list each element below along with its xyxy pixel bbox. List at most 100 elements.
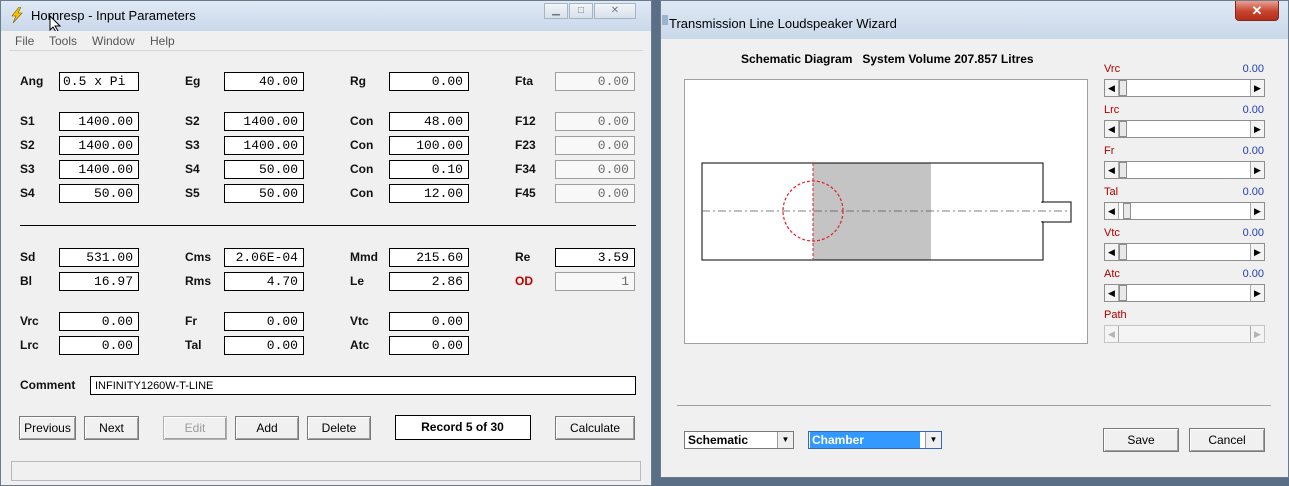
fr-field[interactable]: 0.00 — [224, 312, 304, 331]
label-fta: Fta — [515, 74, 533, 88]
arrow-right-icon[interactable]: ▶ — [1250, 121, 1264, 137]
slider-thumb[interactable] — [1119, 285, 1127, 301]
bl-field[interactable]: 16.97 — [59, 272, 139, 291]
label-f34: F34 — [515, 162, 536, 176]
arrow-right-icon[interactable]: ▶ — [1250, 162, 1264, 178]
arrow-left-icon[interactable]: ◀ — [1105, 121, 1119, 137]
slider-value-lrc: 0.00 — [1242, 104, 1264, 116]
arrow-left-icon[interactable]: ◀ — [1105, 80, 1119, 96]
input-parameters-titlebar[interactable]: Hornresp - Input Parameters ▁ □ ✕ — [1, 1, 651, 33]
delete-button[interactable]: Delete — [307, 416, 371, 440]
slider-thumb[interactable] — [1119, 162, 1127, 178]
s2-row-field[interactable]: 1400.00 — [59, 136, 139, 155]
chevron-down-icon[interactable]: ▼ — [777, 432, 793, 448]
cancel-button[interactable]: Cancel — [1189, 428, 1265, 452]
rg-field[interactable]: 0.00 — [389, 72, 469, 91]
maximize-button[interactable]: □ — [569, 3, 593, 19]
wizard-titlebar[interactable]: Transmission Line Loudspeaker Wizard ✕ — [661, 1, 1288, 39]
menu-window[interactable]: Window — [92, 34, 135, 48]
rms-field[interactable]: 4.70 — [224, 272, 304, 291]
comment-field[interactable]: INFINITY1260W-T-LINE — [90, 376, 636, 395]
close-button[interactable]: ✕ — [1235, 1, 1279, 21]
slider-thumb[interactable] — [1119, 80, 1127, 96]
label-atc: Atc — [350, 338, 370, 352]
le-field[interactable]: 2.86 — [389, 272, 469, 291]
s5-field[interactable]: 50.00 — [224, 184, 304, 203]
label-ang: Ang — [20, 74, 44, 88]
slider-lrc[interactable]: ◀ ▶ — [1104, 120, 1265, 138]
tal-field[interactable]: 0.00 — [224, 336, 304, 355]
re-field[interactable]: 3.59 — [555, 248, 635, 267]
label-con-2: Con — [350, 138, 374, 152]
arrow-right-icon[interactable]: ▶ — [1250, 80, 1264, 96]
con-4-field[interactable]: 12.00 — [389, 184, 469, 203]
s3-row-field[interactable]: 1400.00 — [59, 160, 139, 179]
menu-file[interactable]: File — [15, 34, 34, 48]
atc-field[interactable]: 0.00 — [389, 336, 469, 355]
arrow-left-icon[interactable]: ◀ — [1105, 162, 1119, 178]
label-tal: Tal — [185, 338, 202, 352]
s4-row-field[interactable]: 50.00 — [59, 184, 139, 203]
slider-thumb[interactable] — [1119, 244, 1127, 260]
arrow-left-icon[interactable]: ◀ — [1105, 244, 1119, 260]
slider-thumb[interactable] — [1119, 121, 1127, 137]
f23-field: 0.00 — [555, 136, 635, 155]
vtc-field[interactable]: 0.00 — [389, 312, 469, 331]
label-rg: Rg — [350, 74, 366, 88]
mmd-field[interactable]: 215.60 — [389, 248, 469, 267]
next-button[interactable]: Next — [84, 416, 139, 440]
con-2-field[interactable]: 100.00 — [389, 136, 469, 155]
slider-atc[interactable]: ◀ ▶ — [1104, 284, 1265, 302]
menu-tools[interactable]: Tools — [49, 34, 77, 48]
slider-tal[interactable]: ◀ ▶ — [1104, 202, 1265, 220]
view-select-value: Schematic — [688, 433, 749, 447]
slider-thumb[interactable] — [1123, 203, 1131, 219]
cms-field[interactable]: 2.06E-04 — [224, 248, 304, 267]
add-button[interactable]: Add — [235, 416, 299, 440]
label-f12: F12 — [515, 114, 536, 128]
view-select[interactable]: Schematic ▼ — [684, 431, 794, 449]
label-vtc: Vtc — [350, 314, 369, 328]
calculate-button[interactable]: Calculate — [555, 416, 635, 440]
transmission-line-schematic — [701, 162, 1072, 261]
menu-help[interactable]: Help — [150, 34, 175, 48]
s2-field[interactable]: 1400.00 — [224, 112, 304, 131]
save-button[interactable]: Save — [1103, 428, 1179, 452]
arrow-right-icon[interactable]: ▶ — [1250, 244, 1264, 260]
minimize-button[interactable]: ▁ — [544, 3, 568, 19]
lrc-field[interactable]: 0.00 — [59, 336, 139, 355]
label-lrc: Lrc — [20, 338, 39, 352]
arrow-right-icon[interactable]: ▶ — [1250, 285, 1264, 301]
sd-field[interactable]: 531.00 — [59, 248, 139, 267]
con-3-field[interactable]: 0.10 — [389, 160, 469, 179]
close-button[interactable]: ✕ — [594, 3, 636, 19]
hornresp-lightning-icon — [11, 7, 23, 23]
arrow-left-icon[interactable]: ◀ — [1105, 285, 1119, 301]
part-select[interactable]: Chamber ▼ — [808, 431, 942, 449]
label-f23: F23 — [515, 138, 536, 152]
arrow-right-icon[interactable]: ▶ — [1250, 203, 1264, 219]
eg-field[interactable]: 40.00 — [224, 72, 304, 91]
label-con-1: Con — [350, 114, 374, 128]
chevron-down-icon[interactable]: ▼ — [925, 432, 941, 448]
edit-button: Edit — [163, 416, 227, 440]
arrow-left-icon[interactable]: ◀ — [1105, 203, 1119, 219]
vrc-field[interactable]: 0.00 — [59, 312, 139, 331]
record-indicator: Record 5 of 30 — [395, 415, 531, 440]
slider-fr[interactable]: ◀ ▶ — [1104, 161, 1265, 179]
fta-field: 0.00 — [555, 72, 635, 91]
s4-field[interactable]: 50.00 — [224, 160, 304, 179]
ang-field[interactable]: 0.5 x Pi — [59, 72, 139, 91]
slider-vrc[interactable]: ◀ ▶ — [1104, 79, 1265, 97]
s3-field[interactable]: 1400.00 — [224, 136, 304, 155]
wizard-title: Transmission Line Loudspeaker Wizard — [669, 16, 897, 31]
previous-button[interactable]: Previous — [19, 416, 76, 440]
label-eg: Eg — [185, 74, 201, 88]
con-1-field[interactable]: 48.00 — [389, 112, 469, 131]
label-sd: Sd — [20, 250, 36, 264]
chamber-fill — [813, 163, 931, 260]
tl-wizard-window: Transmission Line Loudspeaker Wizard ✕ S… — [660, 0, 1289, 478]
part-select-value: Chamber — [810, 432, 920, 448]
s1-field[interactable]: 1400.00 — [59, 112, 139, 131]
slider-vtc[interactable]: ◀ ▶ — [1104, 243, 1265, 261]
